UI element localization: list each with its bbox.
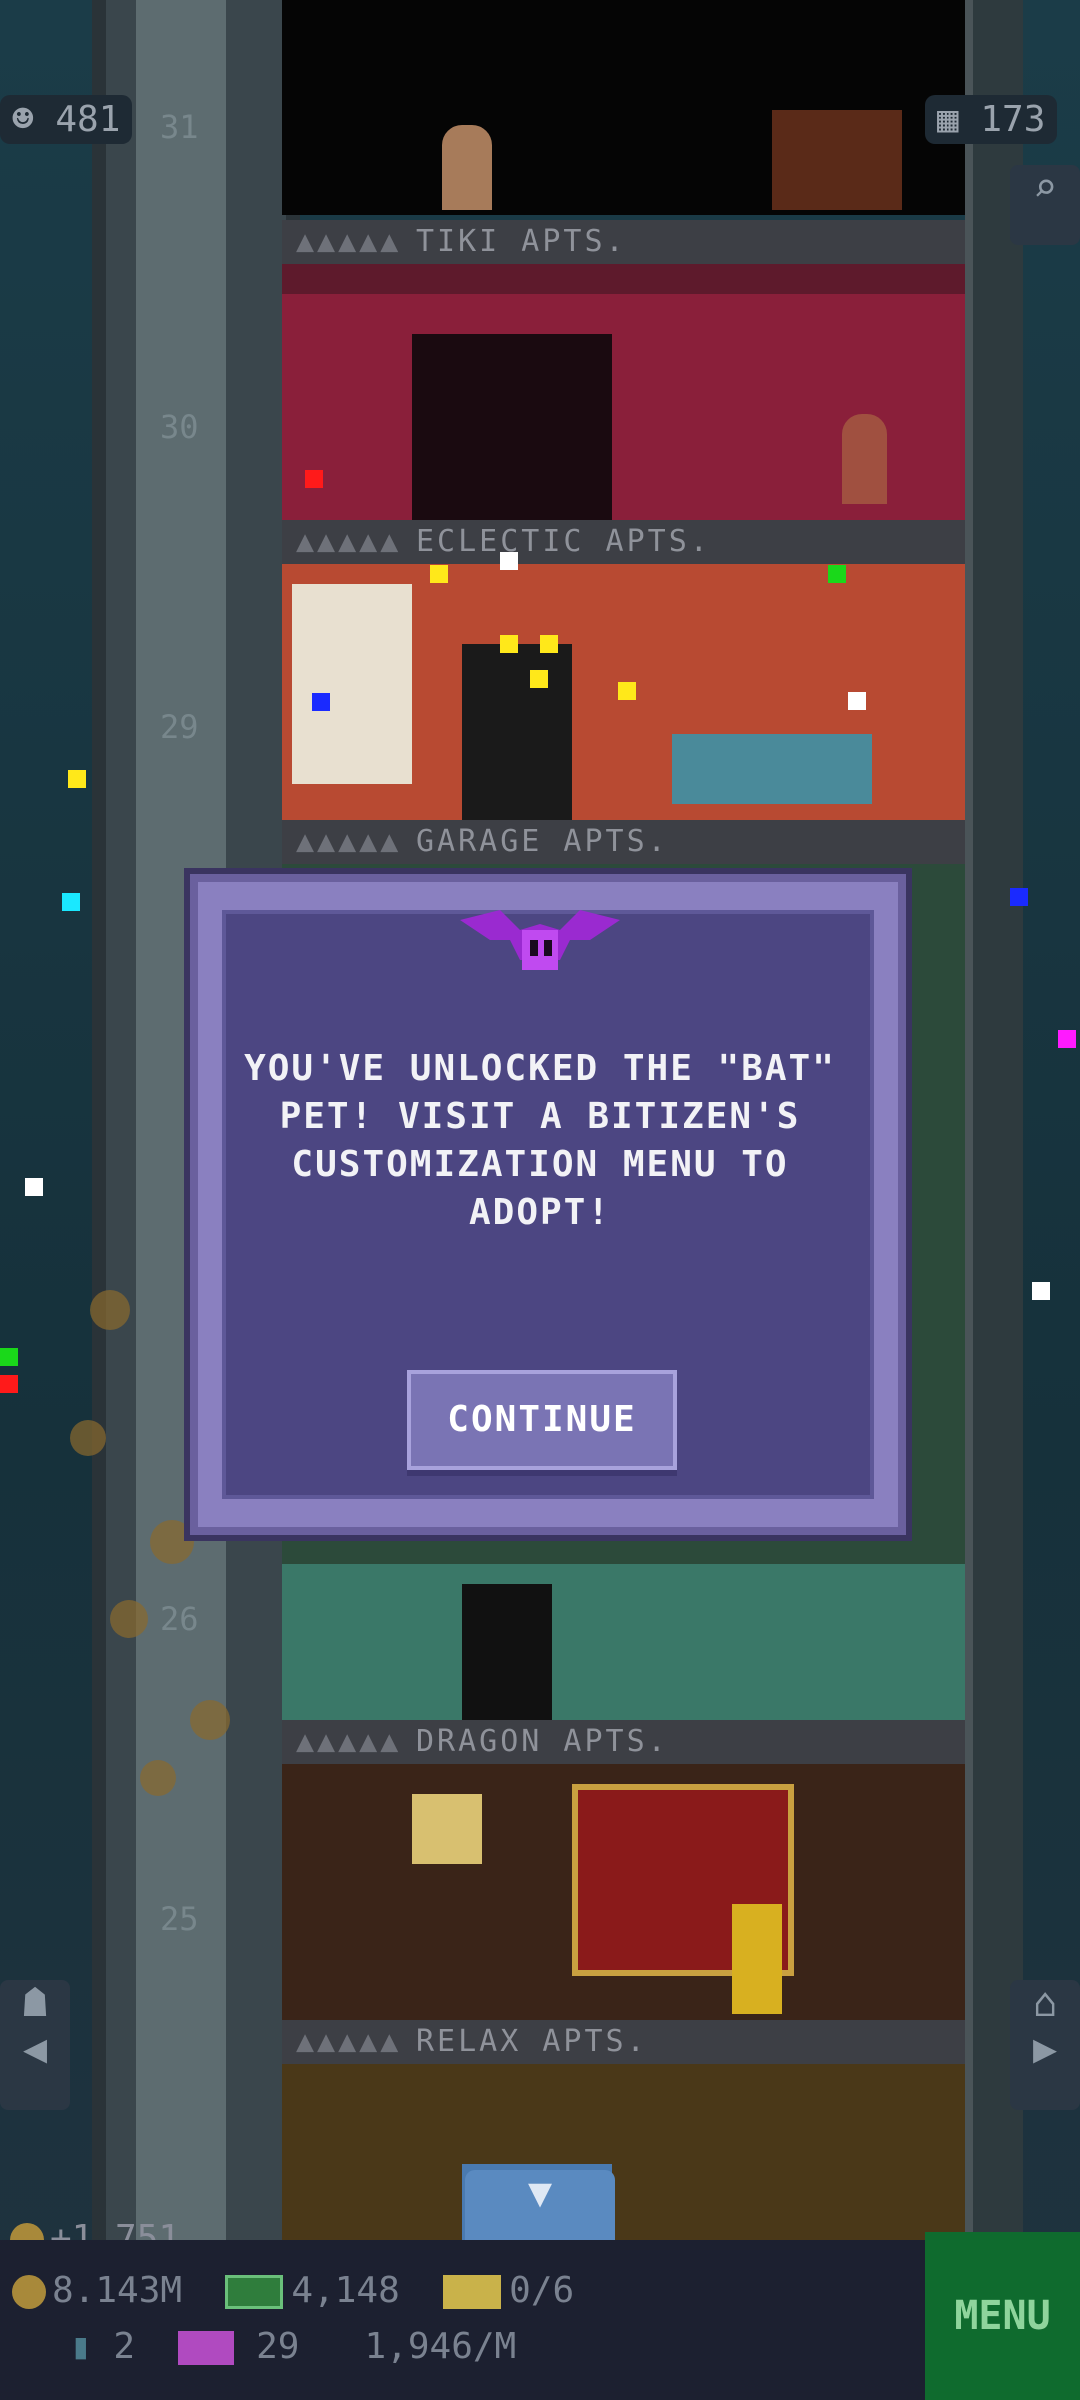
confetti-piece [25,1178,43,1196]
bitizen[interactable] [842,414,887,504]
floor-counter[interactable]: ▦ 173 [925,95,1058,144]
confetti-piece [618,682,636,700]
coin-burst [190,1700,230,1740]
stats-row: ▮ 2 29 1,946/M [70,2326,516,2367]
fireplace [772,110,902,210]
home-right-button[interactable]: ⌂ ▶ [1010,1980,1080,2110]
income-rate: 1,946/M [364,2326,517,2367]
chevron-down-icon: ▼ [527,2170,553,2216]
arrow-right-icon: ▶ [1032,2026,1058,2072]
floor-eclectic[interactable]: ▲▲▲▲▲ ECLECTIC APTS. [282,520,965,820]
coin-icon [12,2275,46,2309]
relax-room [282,2064,965,2250]
ticket-icon [443,2275,502,2309]
confetti-piece [500,635,518,653]
elevator-icon: ☗ [22,1980,48,2026]
elevator-left-button[interactable]: ☗ ◀ [0,1980,70,2110]
bottom-hud: 8.143M 4,148 0/6 ▮ 2 29 1,946/M [0,2240,1080,2400]
confetti-piece [68,770,86,788]
floor-relax[interactable]: ▲▲▲▲▲ RELAX APTS. [282,2020,965,2250]
floor-number: 31 [160,108,199,146]
search-button[interactable]: ⌕ [1010,165,1080,245]
confetti-piece [500,552,518,570]
bitizen-icon: ☻ [12,99,34,140]
bitizen[interactable] [442,125,492,210]
floor-tiki[interactable]: ▲▲▲▲▲ TIKI APTS. [282,220,965,520]
tower-right-wall [965,0,1023,2250]
floor-top-room[interactable] [282,0,965,215]
coin-burst [70,1420,106,1456]
confetti-piece [828,565,846,583]
continue-button[interactable]: CONTINUE [407,1370,677,1470]
bux-value: 4,148 [291,2270,400,2311]
floor-number: 30 [160,408,199,446]
floor-label: ▲▲▲▲▲ GARAGE APTS. [282,820,965,864]
currency-row: 8.143M 4,148 0/6 [12,2270,574,2311]
home-icon: ⌂ [1032,1980,1058,2026]
tiki-room [282,264,965,520]
level-value: 2 [113,2326,136,2367]
confetti-piece [1058,1030,1076,1048]
confetti-piece [1032,1282,1050,1300]
floor-number: 29 [160,708,199,746]
dragon-room [282,1764,965,2020]
coin-burst [140,1760,176,1796]
floor-label: ▲▲▲▲▲ ECLECTIC APTS. [282,520,965,564]
tv-count-value: 29 [256,2326,300,2367]
confetti-piece [430,565,448,583]
coin-burst [110,1600,148,1638]
floor-number: 25 [160,1900,199,1938]
tickets-value: 0/6 [509,2270,575,2311]
confetti-piece [62,893,80,911]
confetti-piece [0,1348,18,1366]
confetti-piece [848,692,866,710]
floor-label: ▲▲▲▲▲ DRAGON APTS. [282,1720,965,1764]
population-counter[interactable]: ☻ 481 [0,95,133,144]
bitizen[interactable] [732,1904,782,2014]
confetti-piece [312,693,330,711]
bux-icon [225,2275,284,2309]
floor-dragon[interactable]: ▲▲▲▲▲ DRAGON APTS. [282,1720,965,2020]
confetti-piece [530,670,548,688]
coin-burst [150,1520,194,1564]
confetti-piece [305,470,323,488]
floor-label: ▲▲▲▲▲ RELAX APTS. [282,2020,965,2064]
arrow-left-icon: ◀ [22,2026,48,2072]
floor-label: ▲▲▲▲▲ TIKI APTS. [282,220,965,264]
confetti-piece [1010,888,1028,906]
building-icon: ▦ [937,99,959,140]
floor-number: 26 [160,1600,199,1638]
coins-value: 8.143M [52,2270,183,2311]
unlock-message: YOU'VE UNLOCKED THE "BAT" PET! VISIT A B… [244,1048,836,1233]
confetti-piece [0,1375,18,1393]
bat-icon [460,910,620,970]
coin-burst [90,1290,130,1330]
search-icon: ⌕ [1032,165,1058,211]
tv-icon [178,2331,235,2365]
confetti-piece [540,635,558,653]
menu-button[interactable]: MENU [925,2232,1080,2400]
elevator-level-icon: ▮ [70,2326,92,2367]
elevator-call-button[interactable]: ▼ [465,2170,615,2240]
